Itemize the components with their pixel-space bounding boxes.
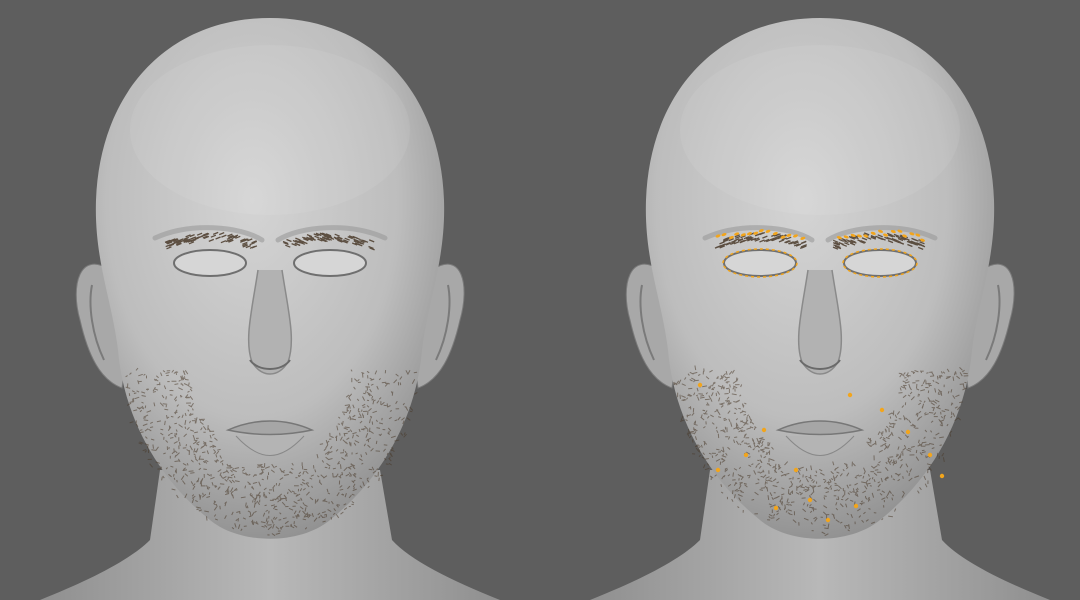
guide-point	[847, 392, 853, 398]
guide-point	[773, 505, 779, 511]
guide-point	[743, 452, 749, 458]
guide-point	[715, 467, 721, 473]
guide-point	[905, 429, 911, 435]
head-svg	[590, 18, 1050, 600]
right-eye	[293, 249, 367, 277]
nose	[797, 269, 843, 375]
nose	[247, 269, 293, 375]
left-eye	[723, 249, 797, 277]
guide-point	[853, 503, 859, 509]
forehead-highlight	[680, 45, 960, 215]
guide-point	[939, 473, 945, 479]
head-svg	[40, 18, 500, 600]
guide-point	[807, 497, 813, 503]
guide-point	[825, 517, 831, 523]
guide-point	[697, 382, 703, 388]
right-eye	[843, 249, 917, 277]
render-viewport	[0, 0, 1080, 600]
guide-point	[927, 452, 933, 458]
left-eye	[173, 249, 247, 277]
forehead-highlight	[130, 45, 410, 215]
guide-point	[793, 467, 799, 473]
guide-point	[761, 427, 767, 433]
head-render-left	[0, 0, 540, 600]
head-render-right	[540, 0, 1080, 600]
guide-point	[879, 407, 885, 413]
